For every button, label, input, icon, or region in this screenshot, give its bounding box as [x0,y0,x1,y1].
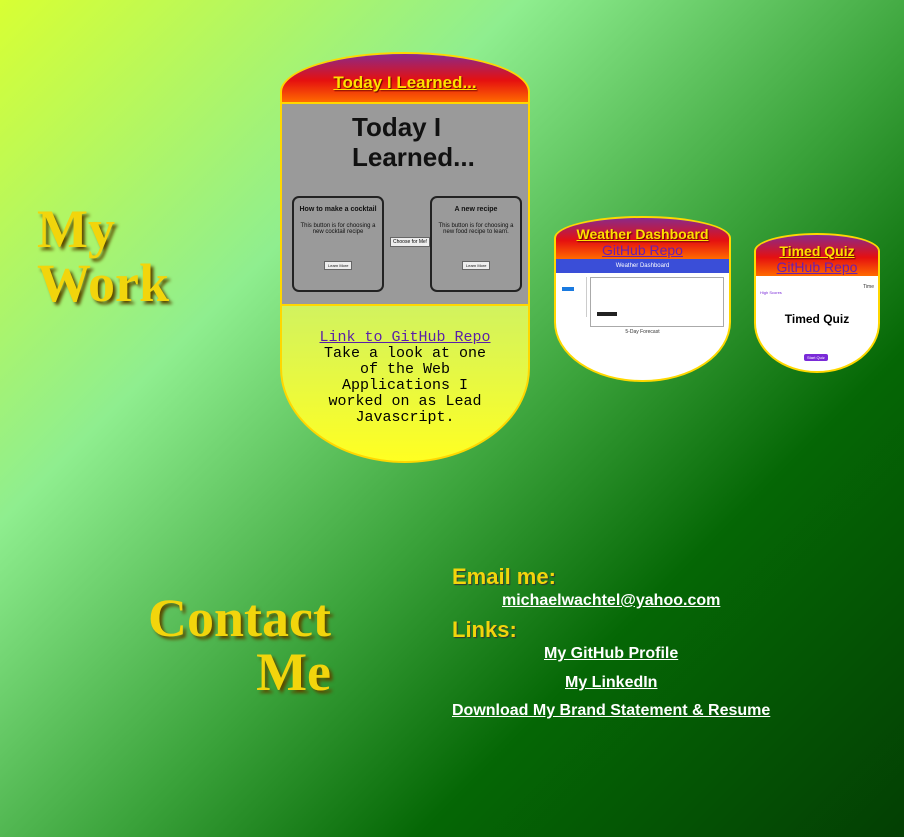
learn-more-button: Learn More [324,261,353,270]
choose-button: Choose for Me! [390,237,431,247]
screenshot-sidebar [560,277,587,317]
project-title: Timed Quiz GitHub Repo [756,235,878,276]
my-work-heading: My Work [37,202,169,310]
screenshot-title: Today I Learned... [352,112,475,172]
screenshot-start-button: Start Quiz [804,354,828,361]
contact-me-text: Contact Me [148,588,331,702]
contact-me-heading: Contact Me [146,591,331,699]
project-title-text: Timed Quiz [779,243,855,259]
project-title: Today I Learned... [282,54,528,104]
github-profile-link[interactable]: My GitHub Profile [544,645,678,663]
resume-download-link[interactable]: Download My Brand Statement & Resume [452,702,770,720]
box-text: This button is for choosing a new food r… [438,223,514,235]
screenshot-forecast-label: 5-Day Forecast [625,329,660,335]
learn-more-button: Learn More [462,261,491,270]
github-repo-link[interactable]: Link to GitHub Repo [319,329,490,346]
project-screenshot[interactable]: Today I Learned... How to make a cocktai… [282,104,528,306]
screenshot-current-weather [590,277,724,327]
screenshot-search-button [562,287,574,291]
links-label: Links: [452,617,517,642]
project-screenshot[interactable]: High Scores Time Timed Quiz Start Quiz [756,276,878,371]
my-work-text: My Work [37,199,170,313]
project-screenshot[interactable]: Weather Dashboard 5-Day Forecast [556,259,729,380]
box-text: This button is for choosing a new cockta… [300,223,376,235]
github-repo-link[interactable]: GitHub Repo [756,259,878,276]
project-card-today-i-learned: Today I Learned... Today I Learned... Ho… [280,52,530,463]
project-title: Weather Dashboard GitHub Repo [556,218,729,259]
email-link[interactable]: michaelwachtel@yahoo.com [502,592,720,610]
screenshot-recipe-box: A new recipe This button is for choosing… [430,196,522,292]
screenshot-cocktail-box: How to make a cocktail This button is fo… [292,196,384,292]
box-title: How to make a cocktail [299,206,377,213]
project-title-text: Weather Dashboard [576,226,709,242]
linkedin-link[interactable]: My LinkedIn [565,674,657,692]
screenshot-uv-badge [597,312,617,316]
project-description: Take a look at one of the Web Applicatio… [323,345,487,426]
screenshot-title: Timed Quiz [784,312,850,326]
screenshot-high-scores: High Scores [760,290,782,295]
screenshot-time: Time [863,284,874,290]
project-card-weather-dashboard: Weather Dashboard GitHub Repo Weather Da… [554,216,731,382]
project-body: Link to GitHub Repo Take a look at one o… [282,306,528,426]
box-title: A new recipe [454,206,498,213]
screenshot-header: Weather Dashboard [556,259,729,273]
email-label: Email me: [452,564,556,589]
project-card-timed-quiz: Timed Quiz GitHub Repo High Scores Time … [754,233,880,373]
github-repo-link[interactable]: GitHub Repo [556,242,729,259]
